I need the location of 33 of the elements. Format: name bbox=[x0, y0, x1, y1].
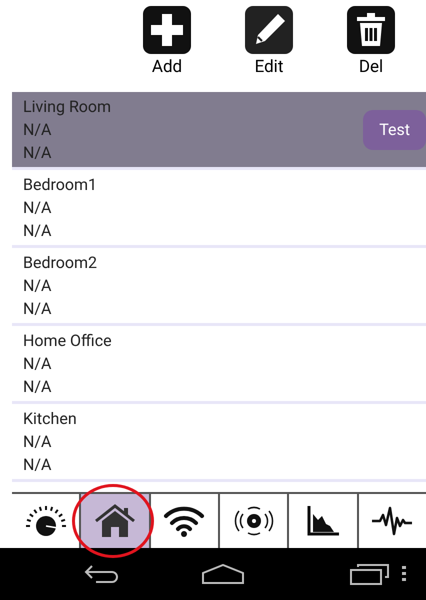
room-name: Bedroom2 bbox=[23, 252, 98, 274]
room-status: N/A bbox=[23, 376, 52, 398]
plus-icon bbox=[143, 6, 191, 54]
room-name: Living Room bbox=[23, 96, 112, 118]
menu-icon[interactable] bbox=[402, 566, 406, 582]
trash-icon bbox=[347, 6, 395, 54]
wifi-icon bbox=[162, 504, 206, 538]
room-name: Home Office bbox=[23, 330, 113, 352]
room-status: N/A bbox=[23, 220, 52, 242]
gauge-icon bbox=[24, 504, 68, 538]
room-status: N/A bbox=[23, 454, 52, 476]
room-status: N/A bbox=[23, 197, 52, 219]
recents-icon[interactable] bbox=[350, 563, 390, 585]
room-status: N/A bbox=[23, 353, 52, 375]
room-status: N/A bbox=[23, 431, 52, 453]
toolbar-button[interactable]: Add bbox=[116, 6, 218, 78]
room-name: Bedroom1 bbox=[23, 174, 98, 196]
tab[interactable] bbox=[79, 494, 149, 548]
area-chart-icon bbox=[304, 504, 341, 538]
test-button[interactable]: Test bbox=[363, 110, 426, 150]
room-name: Kitchen bbox=[23, 408, 78, 430]
home-icon[interactable] bbox=[202, 564, 244, 584]
pencil-icon bbox=[245, 6, 293, 54]
room-status: N/A bbox=[23, 119, 52, 141]
room-row[interactable]: Living Room N/A N/A Test bbox=[12, 92, 426, 170]
toolbar-button[interactable]: Edit bbox=[218, 6, 320, 78]
waveform-icon bbox=[371, 506, 414, 536]
toolbar-button[interactable]: Del bbox=[320, 6, 422, 78]
speaker-icon bbox=[234, 504, 274, 538]
room-status: N/A bbox=[23, 298, 52, 320]
room-status: N/A bbox=[23, 275, 52, 297]
room-status: N/A bbox=[23, 142, 52, 164]
house-icon bbox=[94, 503, 136, 539]
